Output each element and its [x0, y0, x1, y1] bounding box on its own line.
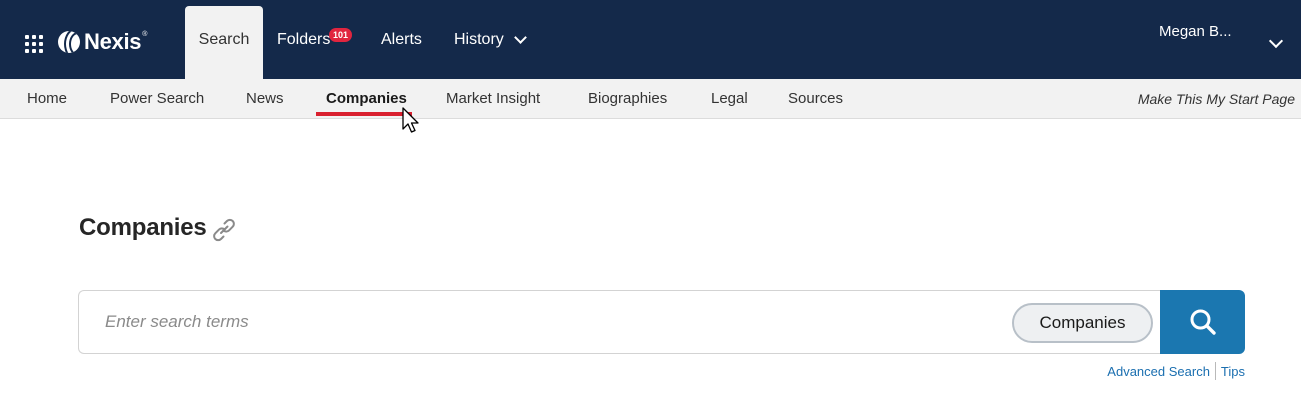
tab-folders[interactable]: Folders	[277, 0, 330, 79]
apps-grid-icon[interactable]	[25, 35, 43, 53]
user-menu-chevron-down-icon[interactable]	[1268, 33, 1284, 49]
subnav-item-label: News	[246, 90, 284, 107]
subnav-item-power-search[interactable]: Power Search	[110, 79, 204, 118]
subnav-item-legal[interactable]: Legal	[711, 79, 748, 118]
start-page-label: Make This My Start Page	[1137, 90, 1295, 107]
top-navigation-bar: Nexis ® Search Folders 101 Alerts Histor…	[0, 0, 1301, 79]
search-input[interactable]	[105, 291, 1005, 353]
search-icon	[1190, 309, 1216, 335]
search-button[interactable]	[1160, 290, 1245, 354]
advanced-search-link[interactable]: Advanced Search	[1107, 364, 1210, 379]
search-scope-label: Companies	[1039, 313, 1126, 332]
subnav-item-biographies[interactable]: Biographies	[588, 79, 667, 118]
subnav-item-label: Market Insight	[446, 90, 541, 107]
product-subnav: Home Power Search News Companies Market …	[0, 79, 1301, 119]
user-name-label: Megan B...	[1159, 23, 1232, 40]
search-scope-button[interactable]: Companies	[1012, 303, 1153, 343]
tab-history-label: History	[454, 30, 504, 48]
subnav-item-label: Legal	[711, 90, 748, 107]
registered-mark: ®	[142, 31, 148, 38]
subnav-item-sources[interactable]: Sources	[788, 79, 843, 118]
page-title: Companies	[79, 214, 207, 241]
make-start-page-link[interactable]: Make This My Start Page	[1138, 79, 1295, 118]
subnav-item-label: Sources	[788, 90, 844, 107]
tab-search[interactable]: Search	[185, 6, 263, 79]
subnav-item-news[interactable]: News	[246, 79, 284, 118]
paperclip-icon[interactable]	[212, 218, 236, 242]
chevron-down-icon	[513, 31, 527, 44]
search-links: Advanced Search Tips	[1107, 362, 1245, 380]
subnav-item-label: Home	[27, 90, 68, 107]
tab-history[interactable]: History	[454, 0, 527, 79]
search-box	[78, 290, 1161, 354]
brand-name: Nexis	[84, 29, 142, 54]
nexis-logo[interactable]: Nexis ®	[58, 29, 147, 55]
active-tab-underline	[316, 112, 412, 116]
tab-alerts[interactable]: Alerts	[381, 0, 422, 79]
subnav-item-label: Companies	[326, 90, 407, 107]
tab-folders-label: Folders	[277, 30, 331, 48]
user-menu[interactable]: Megan B...	[1159, 0, 1232, 71]
tips-link[interactable]: Tips	[1221, 364, 1245, 379]
subnav-item-market-insight[interactable]: Market Insight	[446, 79, 540, 118]
link-divider	[1214, 362, 1216, 380]
subnav-item-home[interactable]: Home	[27, 79, 67, 118]
folders-count-badge: 101	[329, 28, 353, 42]
subnav-item-label: Biographies	[588, 90, 668, 107]
tab-alerts-label: Alerts	[381, 30, 422, 48]
subnav-item-label: Power Search	[110, 90, 205, 107]
nexis-logo-icon	[58, 31, 80, 53]
tab-search-label: Search	[198, 30, 250, 48]
